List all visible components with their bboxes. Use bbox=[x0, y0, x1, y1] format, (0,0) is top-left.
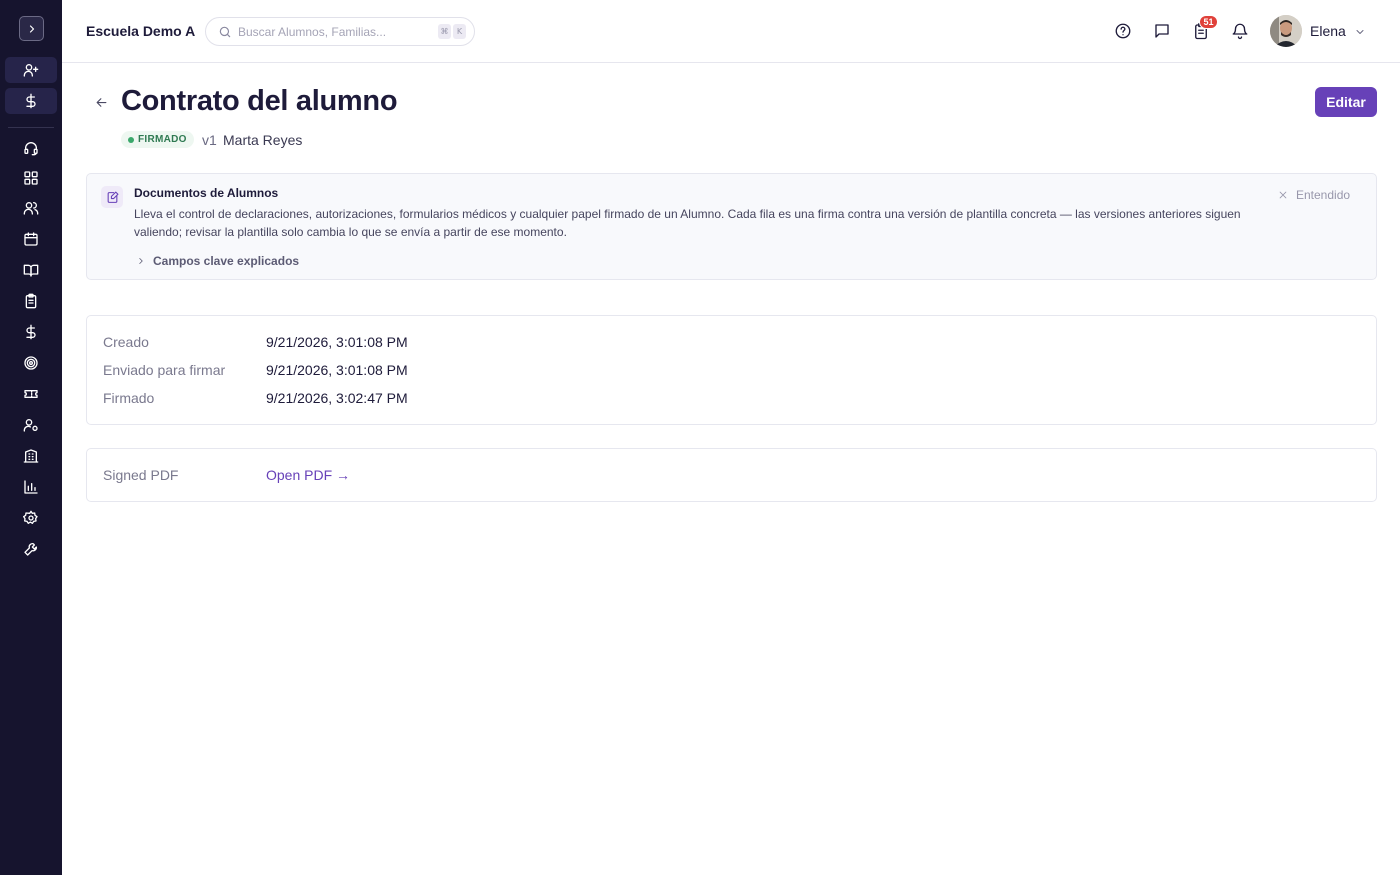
sidebar-item-reports[interactable] bbox=[5, 474, 57, 500]
info-panel-title: Documentos de Alumnos bbox=[134, 186, 279, 200]
detail-row-created: Creado 9/21/2026, 3:01:08 PM bbox=[103, 332, 408, 352]
detail-label: Firmado bbox=[103, 390, 155, 406]
student-name[interactable]: Marta Reyes bbox=[223, 132, 302, 148]
dollar-icon bbox=[26, 324, 36, 340]
users-icon bbox=[23, 202, 39, 215]
detail-row-sent: Enviado para firmar 9/21/2026, 3:01:08 P… bbox=[103, 360, 408, 380]
shortcut-key-cmd: ⌘ bbox=[438, 24, 451, 39]
gear-icon bbox=[23, 510, 38, 524]
open-pdf-link[interactable]: Open PDF → bbox=[266, 467, 350, 483]
page-title: Contrato del alumno bbox=[121, 85, 398, 117]
status-dot bbox=[128, 137, 134, 143]
arrow-left-icon bbox=[96, 97, 106, 107]
sidebar-item-calendar[interactable] bbox=[5, 226, 57, 252]
headset-icon bbox=[24, 142, 38, 156]
search-bar[interactable]: ⌘ K bbox=[205, 17, 475, 46]
info-panel-body: Lleva el control de declaraciones, autor… bbox=[134, 207, 1241, 239]
sidebar-item-courses[interactable] bbox=[5, 257, 57, 283]
user-menu-button[interactable] bbox=[1354, 25, 1366, 37]
wrench-icon bbox=[24, 542, 38, 556]
pdf-card: Signed PDF Open PDF → bbox=[86, 448, 1377, 502]
search-icon bbox=[219, 26, 231, 38]
close-icon bbox=[1279, 191, 1287, 199]
sidebar-toggle-button[interactable] bbox=[19, 16, 44, 41]
target-icon bbox=[24, 356, 38, 370]
sidebar bbox=[0, 0, 62, 875]
notifications-button[interactable] bbox=[1230, 21, 1250, 41]
search-input[interactable] bbox=[238, 23, 428, 41]
chevron-right-icon bbox=[29, 24, 34, 33]
detail-value: 9/21/2026, 3:01:08 PM bbox=[266, 362, 408, 378]
sidebar-item-staff[interactable] bbox=[5, 412, 57, 438]
chevron-down-icon bbox=[1356, 30, 1364, 34]
key-fields-toggle[interactable]: Campos clave explicados bbox=[136, 254, 299, 268]
dollar-icon bbox=[26, 93, 36, 109]
sidebar-item-tickets[interactable] bbox=[5, 381, 57, 407]
sidebar-item-support[interactable] bbox=[5, 135, 57, 161]
school-name[interactable]: Escuela Demo A bbox=[86, 23, 195, 39]
messages-button[interactable] bbox=[1152, 21, 1172, 41]
sidebar-item-tools[interactable] bbox=[5, 536, 57, 562]
sidebar-item-add-student[interactable] bbox=[5, 57, 57, 83]
key-fields-label: Campos clave explicados bbox=[153, 254, 300, 268]
detail-label: Enviado para firmar bbox=[103, 362, 226, 378]
chevron-right-icon bbox=[139, 258, 143, 264]
bar-chart-icon bbox=[24, 480, 38, 494]
dismiss-label: Entendido bbox=[1296, 188, 1351, 202]
back-button[interactable] bbox=[92, 94, 110, 110]
sidebar-item-documents[interactable] bbox=[5, 288, 57, 314]
sidebar-item-school[interactable] bbox=[5, 443, 57, 469]
detail-label: Creado bbox=[103, 334, 149, 350]
help-button[interactable] bbox=[1113, 21, 1133, 41]
status-badge: FIRMADO bbox=[121, 131, 194, 148]
template-version: v1 bbox=[202, 132, 217, 148]
status-text: FIRMADO bbox=[138, 134, 187, 145]
user-cog-icon bbox=[23, 419, 38, 432]
building-icon bbox=[23, 449, 39, 463]
calendar-icon bbox=[24, 232, 38, 246]
dismiss-button[interactable]: Entendido bbox=[1278, 188, 1350, 202]
sidebar-item-billing[interactable] bbox=[5, 319, 57, 345]
user-name[interactable]: Elena bbox=[1310, 23, 1346, 39]
avatar[interactable] bbox=[1270, 15, 1302, 47]
edit-button[interactable]: Editar bbox=[1315, 87, 1377, 117]
info-panel-icon bbox=[101, 186, 123, 208]
sidebar-item-settings[interactable] bbox=[5, 505, 57, 531]
file-edit-icon bbox=[107, 191, 118, 203]
sidebar-item-payments[interactable] bbox=[5, 88, 57, 114]
sidebar-item-dashboard[interactable] bbox=[5, 165, 57, 191]
detail-value: 9/21/2026, 3:01:08 PM bbox=[266, 334, 408, 350]
notification-badge: 51 bbox=[1199, 15, 1218, 29]
sidebar-item-goals[interactable] bbox=[5, 350, 57, 376]
user-avatar-icon bbox=[1270, 15, 1302, 47]
detail-row-signed: Firmado 9/21/2026, 3:02:47 PM bbox=[103, 388, 408, 408]
ticket-icon bbox=[24, 390, 38, 398]
dashboard-icon bbox=[24, 171, 38, 185]
dates-card: Creado 9/21/2026, 3:01:08 PM Enviado par… bbox=[86, 315, 1377, 425]
pdf-label: Signed PDF bbox=[103, 467, 179, 483]
user-plus-icon bbox=[23, 63, 39, 77]
book-open-icon bbox=[23, 264, 39, 277]
shortcut-key-k: K bbox=[453, 24, 466, 39]
sidebar-divider bbox=[8, 127, 54, 128]
sidebar-item-users[interactable] bbox=[5, 195, 57, 221]
help-circle-icon bbox=[1115, 23, 1131, 39]
info-panel: Documentos de Alumnos Lleva el control d… bbox=[86, 173, 1377, 280]
detail-value: 9/21/2026, 3:02:47 PM bbox=[266, 390, 408, 406]
clipboard-icon bbox=[25, 293, 37, 309]
bell-icon bbox=[1232, 23, 1248, 40]
pdf-row: Signed PDF Open PDF → bbox=[103, 465, 350, 485]
message-square-icon bbox=[1155, 24, 1169, 38]
